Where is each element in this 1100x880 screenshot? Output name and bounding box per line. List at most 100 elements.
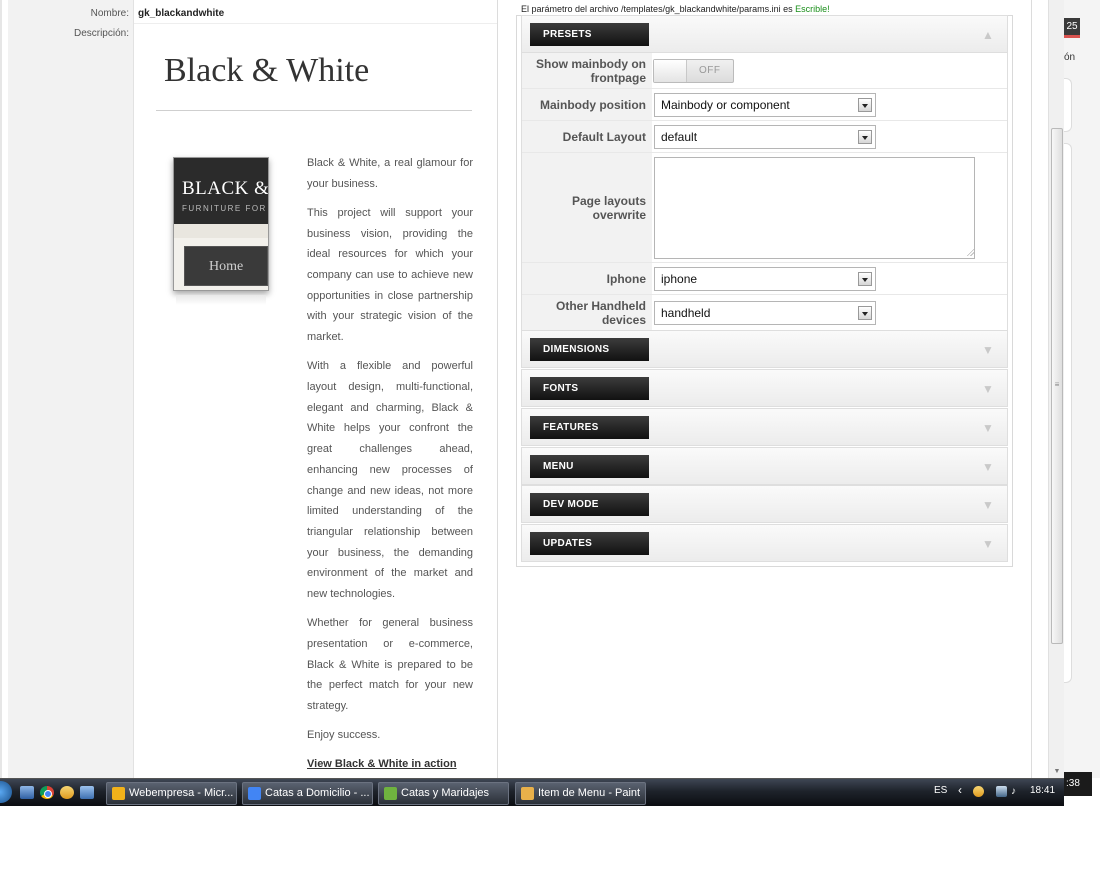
section-presets-header[interactable]: PRESETS ▲ (521, 15, 1008, 53)
section-dimensions-tag: DIMENSIONS (530, 338, 649, 361)
messenger-tray-icon[interactable] (973, 786, 984, 797)
name-label: Nombre: (90, 8, 129, 19)
notice-text: El parámetro del archivo /templates/gk_b… (521, 4, 793, 14)
presets-body: Show mainbody on frontpage OFF Mainbody … (521, 53, 1008, 331)
scroll-down-icon[interactable]: ▼ (1051, 768, 1063, 776)
task-label: Item de Menu - Paint (538, 787, 641, 799)
section-features-header[interactable]: FEATURES ▼ (521, 408, 1008, 446)
default-layout-label: Default Layout (522, 121, 652, 152)
row-page-layouts: Page layouts overwrite (522, 153, 1007, 263)
background-window-text: ón (1064, 52, 1076, 63)
row-show-mainbody: Show mainbody on frontpage OFF (522, 53, 1007, 89)
inner-frame-edge (1031, 0, 1032, 778)
thumbnail-home-button: Home (184, 246, 268, 286)
description-paragraph: With a flexible and powerful layout desi… (307, 360, 473, 601)
start-button-icon[interactable] (0, 781, 12, 803)
column-divider (497, 0, 498, 778)
section-features-tag: FEATURES (530, 416, 649, 439)
chevron-up-icon: ▲ (982, 28, 994, 42)
chevron-down-icon (858, 130, 872, 144)
taskbar-item-paint[interactable]: Item de Menu - Paint (515, 782, 646, 805)
secondary-clock: :38 (1064, 772, 1092, 796)
left-border (0, 0, 2, 778)
notice-status: Escrible! (795, 4, 830, 14)
task-label: Catas a Domicilio - ... (265, 787, 370, 799)
section-presets-tag: PRESETS (530, 23, 649, 46)
switch-windows-icon[interactable] (80, 786, 94, 799)
app-icon (248, 787, 261, 800)
handheld-label: Other Handheld devices (522, 295, 652, 331)
section-dev-mode-tag: DEV MODE (530, 493, 649, 516)
messenger-icon[interactable] (60, 786, 74, 799)
chevron-down-icon: ▼ (982, 498, 994, 512)
chevron-down-icon: ▼ (982, 343, 994, 357)
iphone-label: Iphone (522, 263, 652, 294)
show-mainbody-toggle[interactable]: OFF (653, 59, 734, 83)
task-label: Webempresa - Micr... (129, 787, 234, 799)
chevron-down-icon: ▼ (982, 460, 994, 474)
show-mainbody-label: Show mainbody on frontpage (522, 53, 652, 88)
paint-icon (521, 787, 534, 800)
template-description: Black & White, a real glamour for your b… (307, 153, 473, 784)
iphone-select[interactable]: iphone (654, 267, 876, 291)
handheld-select[interactable]: handheld (654, 301, 876, 325)
description-paragraph: This project will support your business … (307, 206, 473, 344)
language-indicator[interactable]: ES (934, 785, 947, 796)
label-column: Nombre: Descripción: (8, 0, 134, 778)
taskbar-item-catas-maridajes[interactable]: Catas y Maridajes (378, 782, 509, 805)
mainbody-position-value: Mainbody or component (661, 98, 790, 112)
thumbnail-tagline: FURNITURE FOR (182, 204, 267, 213)
row-handheld: Other Handheld devices handheld (522, 295, 1007, 331)
description-paragraph: Enjoy success. (307, 729, 381, 742)
name-divider (134, 23, 498, 24)
default-layout-select[interactable]: default (654, 125, 876, 149)
page-layouts-textarea[interactable] (654, 157, 975, 259)
mainbody-position-label: Mainbody position (522, 89, 652, 120)
mainbody-position-select[interactable]: Mainbody or component (654, 93, 876, 117)
description-paragraph: Whether for general business presentatio… (307, 617, 473, 713)
template-thumbnail: BLACK & FURNITURE FOR Home (173, 157, 269, 291)
template-title: Black & White (164, 52, 370, 89)
section-dimensions-header[interactable]: DIMENSIONS ▼ (521, 330, 1008, 368)
resize-grip-icon[interactable] (966, 248, 974, 256)
background-card (1064, 143, 1072, 683)
section-menu-tag: MENU (530, 455, 649, 478)
clock[interactable]: 18:41 (1030, 785, 1055, 796)
row-mainbody-position: Mainbody position Mainbody or component (522, 89, 1007, 121)
row-default-layout: Default Layout default (522, 121, 1007, 153)
description-paragraph: Black & White, a real glamour for your b… (307, 157, 473, 190)
chevron-down-icon (858, 306, 872, 320)
template-name-value: gk_blackandwhite (138, 8, 225, 19)
show-desktop-icon[interactable] (20, 786, 34, 799)
chevron-left-icon[interactable]: ‹ (958, 783, 962, 797)
calendar-badge: 25 (1064, 18, 1080, 38)
app-icon (384, 787, 397, 800)
task-label: Catas y Maridajes (401, 787, 490, 799)
screen: Nombre: Descripción: gk_blackandwhite Bl… (0, 0, 1100, 880)
row-iphone: Iphone iphone (522, 263, 1007, 295)
description-label: Descripción: (73, 28, 129, 39)
volume-icon[interactable]: ♪ (1011, 786, 1025, 797)
taskbar-item-catas-domicilio[interactable]: Catas a Domicilio - ... (242, 782, 373, 805)
chrome-icon[interactable] (40, 786, 54, 799)
thumbnail-header: BLACK & FURNITURE FOR (174, 158, 268, 224)
chevron-down-icon (858, 98, 872, 112)
taskbar-item-webempresa[interactable]: Webempresa - Micr... (106, 782, 237, 805)
section-fonts-tag: FONTS (530, 377, 649, 400)
toggle-knob (654, 60, 687, 82)
taskbar: Webempresa - Micr... Catas a Domicilio -… (0, 778, 1064, 806)
thumbnail-brand: BLACK & (182, 178, 269, 199)
section-menu-header[interactable]: MENU ▼ (521, 447, 1008, 485)
default-layout-value: default (661, 130, 698, 144)
app-icon (112, 787, 125, 800)
section-updates-header[interactable]: UPDATES ▼ (521, 524, 1008, 562)
iphone-value: iphone (661, 272, 698, 286)
title-rule (156, 110, 472, 111)
network-icon[interactable] (996, 786, 1007, 797)
view-in-action-link[interactable]: View Black & White in action (307, 754, 473, 775)
section-fonts-header[interactable]: FONTS ▼ (521, 369, 1008, 407)
section-dev-mode-header[interactable]: DEV MODE ▼ (521, 485, 1008, 523)
section-updates-tag: UPDATES (530, 532, 649, 555)
chevron-down-icon: ▼ (982, 382, 994, 396)
params-writable-notice: El parámetro del archivo /templates/gk_b… (521, 4, 830, 14)
